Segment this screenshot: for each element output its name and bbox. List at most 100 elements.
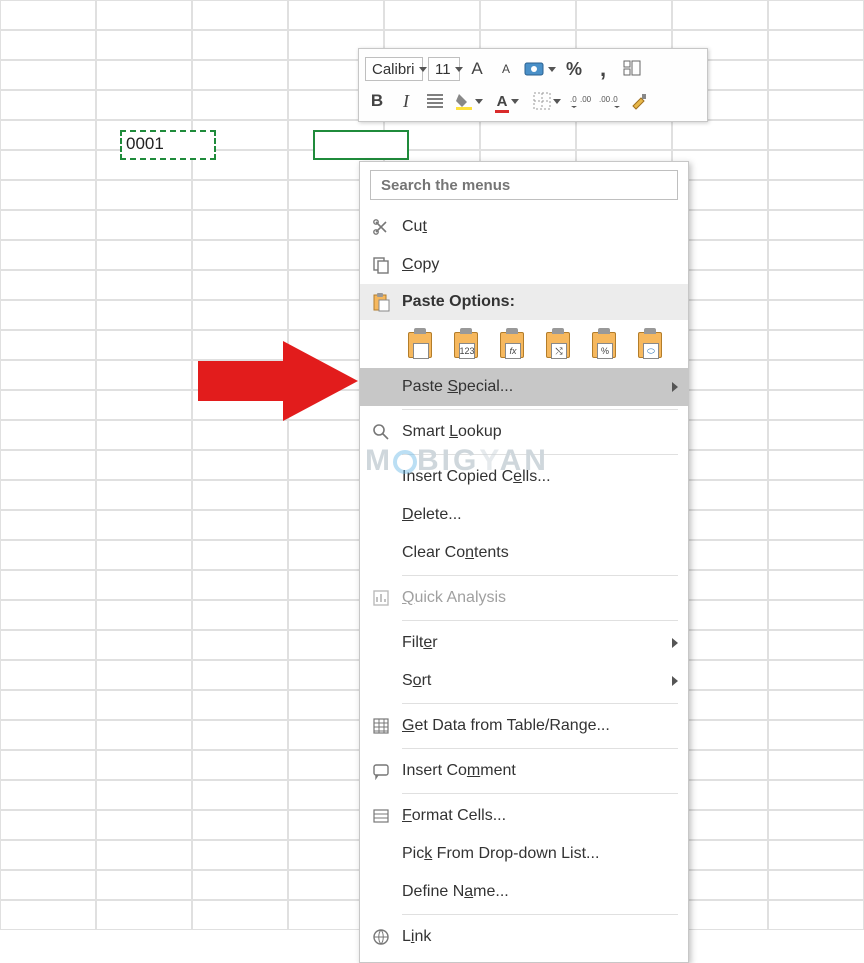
separator	[402, 793, 678, 794]
paste-all-button[interactable]	[402, 326, 440, 362]
font-family-select[interactable]: Calibri	[365, 57, 423, 81]
menu-item-filter[interactable]: Filter	[360, 624, 688, 662]
menu-label: Format Cells...	[402, 807, 678, 825]
fill-icon	[455, 92, 473, 110]
font-size-value: 11	[435, 61, 451, 78]
money-icon	[524, 60, 546, 78]
menu-search-input[interactable]	[370, 170, 678, 200]
menu-item-sort[interactable]: Sort	[360, 662, 688, 700]
comment-icon	[368, 758, 394, 784]
table-icon	[368, 713, 394, 739]
menu-label: Paste Options:	[402, 293, 678, 311]
font-size-select[interactable]: 11	[428, 57, 460, 81]
paste-transpose-button[interactable]: ⤭	[540, 326, 578, 362]
menu-item-smart-lookup[interactable]: Smart Lookup	[360, 413, 688, 451]
bold-button[interactable]: B	[365, 89, 389, 113]
paste-formulas-button[interactable]: fx	[494, 326, 532, 362]
menu-item-copy[interactable]: Copy	[360, 246, 688, 284]
menu-item-define-name[interactable]: Define Name...	[360, 873, 688, 911]
chevron-down-icon	[553, 99, 561, 104]
blank-icon	[368, 502, 394, 528]
quick-analysis-icon	[368, 585, 394, 611]
menu-item-pick-list[interactable]: Pick From Drop-down List...	[360, 835, 688, 873]
chevron-down-icon	[475, 99, 483, 104]
menu-label: Delete...	[402, 506, 678, 524]
menu-label: Sort	[402, 672, 664, 690]
menu-label: Define Name...	[402, 883, 678, 901]
menu-item-format-cells[interactable]: Format Cells...	[360, 797, 688, 835]
menu-label: Quick Analysis	[402, 589, 678, 607]
blank-icon	[368, 879, 394, 905]
merge-icon	[622, 59, 642, 79]
italic-button[interactable]: I	[394, 89, 418, 113]
decrease-font-button[interactable]: A	[494, 57, 518, 81]
separator	[402, 748, 678, 749]
comma-button[interactable]: ,	[591, 57, 615, 81]
menu-label: Cut	[402, 218, 678, 236]
copied-cell[interactable]: 0001	[120, 130, 216, 160]
percent-button[interactable]: %	[562, 57, 586, 81]
chevron-down-icon	[455, 67, 463, 72]
menu-label: Clear Contents	[402, 544, 678, 562]
copy-icon	[368, 252, 394, 278]
increase-font-button[interactable]: A	[465, 57, 489, 81]
menu-item-link[interactable]: Link	[360, 918, 688, 956]
scissors-icon	[368, 214, 394, 240]
blank-icon	[368, 374, 394, 400]
submenu-arrow-icon	[672, 382, 678, 392]
chevron-down-icon	[419, 67, 427, 72]
menu-label: Paste Special...	[402, 378, 664, 396]
align-button[interactable]	[423, 89, 447, 113]
menu-item-paste-special[interactable]: Paste Special...	[360, 368, 688, 406]
decrease-decimal-button[interactable]: .00.0	[598, 89, 622, 113]
submenu-arrow-icon	[672, 638, 678, 648]
menu-item-get-data[interactable]: Get Data from Table/Range...	[360, 707, 688, 745]
paste-formatting-button[interactable]: %	[586, 326, 624, 362]
increase-decimal-button[interactable]: .0.00	[569, 89, 593, 113]
separator	[402, 703, 678, 704]
align-icon	[426, 93, 444, 109]
submenu-arrow-icon	[672, 676, 678, 686]
blank-icon	[368, 630, 394, 656]
blank-icon	[368, 668, 394, 694]
borders-button[interactable]	[530, 89, 564, 113]
callout-arrow-icon	[198, 336, 358, 426]
menu-label: Pick From Drop-down List...	[402, 845, 678, 863]
menu-label: Get Data from Table/Range...	[402, 717, 678, 735]
separator	[402, 914, 678, 915]
format-painter-button[interactable]	[620, 57, 644, 81]
paste-options-row: 123 fx ⤭ % ⬭	[360, 320, 688, 368]
format-painter-brush-button[interactable]	[627, 89, 651, 113]
menu-label: Smart Lookup	[402, 423, 678, 441]
blank-icon	[368, 464, 394, 490]
svg-text:.00: .00	[599, 95, 611, 104]
paste-link-button[interactable]: ⬭	[632, 326, 670, 362]
paste-values-button[interactable]: 123	[448, 326, 486, 362]
menu-item-clear-contents[interactable]: Clear Contents	[360, 534, 688, 572]
menu-item-insert-comment[interactable]: Insert Comment	[360, 752, 688, 790]
separator	[402, 575, 678, 576]
menu-item-cut[interactable]: Cut	[360, 208, 688, 246]
format-cells-icon	[368, 803, 394, 829]
separator	[402, 409, 678, 410]
fill-color-button[interactable]	[452, 89, 486, 113]
menu-item-quick-analysis: Quick Analysis	[360, 579, 688, 617]
accounting-format-button[interactable]	[523, 57, 557, 81]
link-icon	[368, 924, 394, 950]
svg-text:.00: .00	[580, 95, 592, 104]
separator	[402, 454, 678, 455]
selected-cell[interactable]	[313, 130, 409, 160]
menu-label: Filter	[402, 634, 664, 652]
separator	[402, 620, 678, 621]
menu-item-insert-copied[interactable]: Insert Copied Cells...	[360, 458, 688, 496]
decrease-decimal-icon: .00.0	[599, 92, 621, 110]
menu-item-delete[interactable]: Delete...	[360, 496, 688, 534]
font-color-button[interactable]: A	[491, 89, 525, 113]
paste-icon	[368, 289, 394, 315]
svg-text:.0: .0	[570, 95, 577, 104]
increase-decimal-icon: .0.00	[570, 92, 592, 110]
borders-icon	[533, 92, 551, 110]
chevron-down-icon	[511, 99, 519, 104]
brush-icon	[630, 92, 648, 110]
context-menu: Cut Copy Paste Options: 123 fx ⤭ % ⬭ Pas…	[359, 161, 689, 963]
